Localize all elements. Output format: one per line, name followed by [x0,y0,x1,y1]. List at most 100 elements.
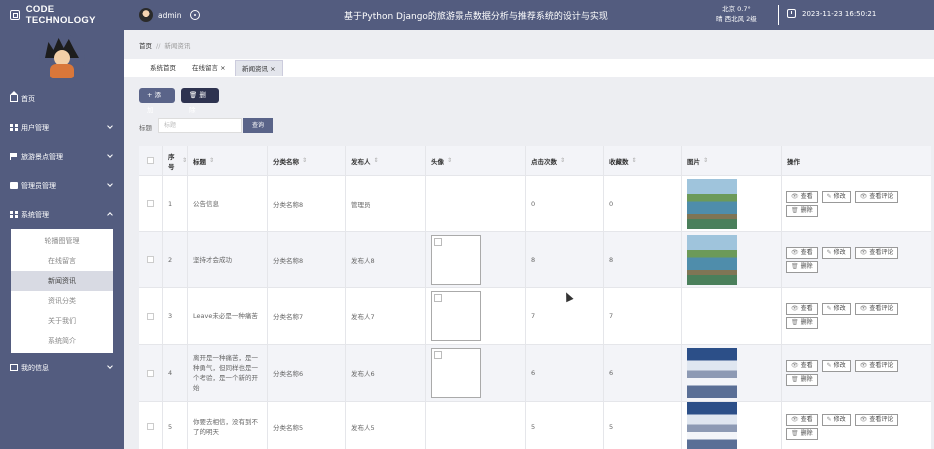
view-comments-button[interactable]: 👁 查看评论 [854,246,899,259]
delete-button[interactable]: 🗑 删除 [181,88,219,114]
delete-row-button[interactable]: 🗑 删除 [786,427,818,440]
user-name[interactable]: admin [158,11,182,20]
delete-row-button-label: 删除 [800,319,813,326]
delete-icon: 🗑 [791,262,799,270]
search-input[interactable]: 标题 [158,118,242,133]
system-title: 基于Python Django的旅游景点数据分析与推荐系统的设计与实现 [344,12,608,22]
submenu-item-news-category[interactable]: 资讯分类 [11,291,113,311]
row-select-cell[interactable] [139,345,163,401]
sidebar-item-admins[interactable]: 管理员管理 [0,171,124,200]
row-select-cell[interactable] [139,232,163,287]
delete-row-button[interactable]: 🗑 删除 [786,317,818,329]
row-category-text: 分类名称8 [273,200,304,209]
search-button[interactable]: 查询 [243,118,273,133]
row-number: 2 [163,232,188,287]
breadcrumb: 首页 //新闻资讯 [139,40,190,50]
row-publisher: 发布人5 [346,402,426,449]
header-cell[interactable]: 序号 ⇕ [163,146,188,175]
sidebar-item-users[interactable]: 用户管理 [0,113,124,142]
sidebar-item-home[interactable]: 首页 [0,84,124,113]
submenu-item-messages[interactable]: 在线留言 [11,251,113,271]
row-category: 分类名称6 [268,345,346,401]
header-cell[interactable]: 标题 ⇕ [188,146,268,175]
user-block[interactable]: admin [139,8,200,22]
view-comments-button[interactable]: 👁 查看评论 [854,360,899,372]
header-cell[interactable]: 头像 ⇕ [426,146,526,175]
table-row: 4 离开是一种痛苦，是一种勇气，但同样也是一个考验，是一个新的开始 分类名称6 发布人… [139,345,931,402]
view-button[interactable]: 👁 查看 [786,413,818,426]
settings-icon[interactable] [189,10,200,20]
checkbox[interactable] [147,157,154,164]
row-publisher-text: 发布人7 [351,313,375,321]
chevron-down-icon [107,152,113,158]
header-cell[interactable]: 分类名称 ⇕ [268,146,346,175]
sidebar-item-profile[interactable]: 我的信息 [0,353,124,382]
add-button[interactable]: + 添加 [139,88,175,114]
edit-icon: ✎ [826,362,832,369]
view-button-label: 查看 [800,192,813,200]
submenu-item-intro[interactable]: 系统简介 [11,331,113,351]
delete-row-button[interactable]: 🗑 删除 [786,204,818,217]
view-button[interactable]: 👁 查看 [786,303,818,315]
row-select-cell[interactable] [139,288,163,344]
row-actions: 👁 查看 ✎ 修改 👁 查看评论 🗑 删除 [782,288,931,344]
view-comments-button-label: 查看评论 [869,248,894,256]
row-category: 分类名称8 [268,176,346,231]
table-header-row: 序号 ⇕ 标题 ⇕ 分类名称 ⇕ 发布人 ⇕ 头像 ⇕ 点击次数 ⇕ 收藏数 ⇕ 图片 ⇕ 操作 [139,146,931,176]
view-comments-button[interactable]: 👁 查看评论 [854,413,899,426]
view-comments-button[interactable]: 👁 查看评论 [854,190,899,203]
datetime: 2023-11-23 16:50:21 [802,9,877,18]
tab-home[interactable]: 系统首页 [150,60,176,76]
checkbox[interactable] [147,256,154,263]
edit-button[interactable]: ✎ 修改 [821,190,851,203]
tab-messages[interactable]: 在线留言 × [192,60,226,76]
view-button[interactable]: 👁 查看 [786,360,818,372]
view-button[interactable]: 👁 查看 [786,190,818,203]
lake-photo [687,178,737,229]
checkbox[interactable] [147,369,154,377]
view-comments-button-label: 查看评论 [869,362,894,369]
weather-wind: 晴 西北风 2级 [716,15,757,23]
edit-icon: ✎ [826,248,832,256]
view-comments-button[interactable]: 👁 查看评论 [854,303,899,315]
row-clicks-text: 7 [531,312,536,320]
tab-news[interactable]: 新闻资讯 × [235,60,283,76]
view-icon: 👁 [791,362,799,369]
edit-button[interactable]: ✎ 修改 [821,303,851,315]
view-comments-button-label: 查看评论 [869,415,894,423]
edit-button[interactable]: ✎ 修改 [821,360,851,372]
submenu-item-news[interactable]: 新闻资讯 [11,271,113,291]
user-avatar[interactable] [139,8,153,22]
header-cell[interactable]: 图片 ⇕ [682,146,782,175]
header-select-all[interactable] [139,146,163,175]
system-submenu: 轮播图管理 在线留言 新闻资讯 资讯分类 关于我们 系统简介 [11,229,113,353]
header-cell[interactable]: 点击次数 ⇕ [526,146,604,175]
row-favorites-text: 5 [609,422,614,431]
weather-location-temp: 北京 0.7° [722,5,751,13]
row-number-text: 4 [168,369,173,377]
sidebar-item-label: 系统管理 [21,210,49,219]
row-select-cell[interactable] [139,176,163,231]
view-button-label: 查看 [800,415,813,423]
sidebar-item-system[interactable]: 系统管理 [0,200,124,229]
table-row: 5 你要去相信，没有到不了的明天 分类名称5 发布人5 5 5 👁 查看 ✎ 修改 👁 查看评论 🗑 删除 [139,401,931,449]
view-button[interactable]: 👁 查看 [786,246,818,259]
submenu-item-carousel[interactable]: 轮播图管理 [11,231,113,251]
edit-button[interactable]: ✎ 修改 [821,246,851,259]
checkbox[interactable] [147,200,154,207]
top-bar: CODE TECHNOLOGY admin 基于Python Django的旅游… [0,0,934,30]
sidebar-item-attractions[interactable]: 旅游景点管理 [0,142,124,171]
main-content: 首页 //新闻资讯 系统首页 在线留言 × 新闻资讯 × + 添加 🗑 删除 标题… [124,30,934,449]
delete-row-button[interactable]: 🗑 删除 [786,260,818,273]
checkbox[interactable] [147,423,154,430]
row-select-cell[interactable] [139,402,163,449]
header-cell[interactable]: 收藏数 ⇕ [604,146,682,175]
delete-row-button[interactable]: 🗑 删除 [786,374,818,386]
header-cell[interactable]: 发布人 ⇕ [346,146,426,175]
submenu-item-about[interactable]: 关于我们 [11,311,113,331]
row-avatar-cell [426,288,526,344]
checkbox[interactable] [147,312,154,320]
edit-button[interactable]: ✎ 修改 [821,413,851,426]
view-button-label: 查看 [800,305,813,312]
breadcrumb-home[interactable]: 首页 [139,42,152,50]
